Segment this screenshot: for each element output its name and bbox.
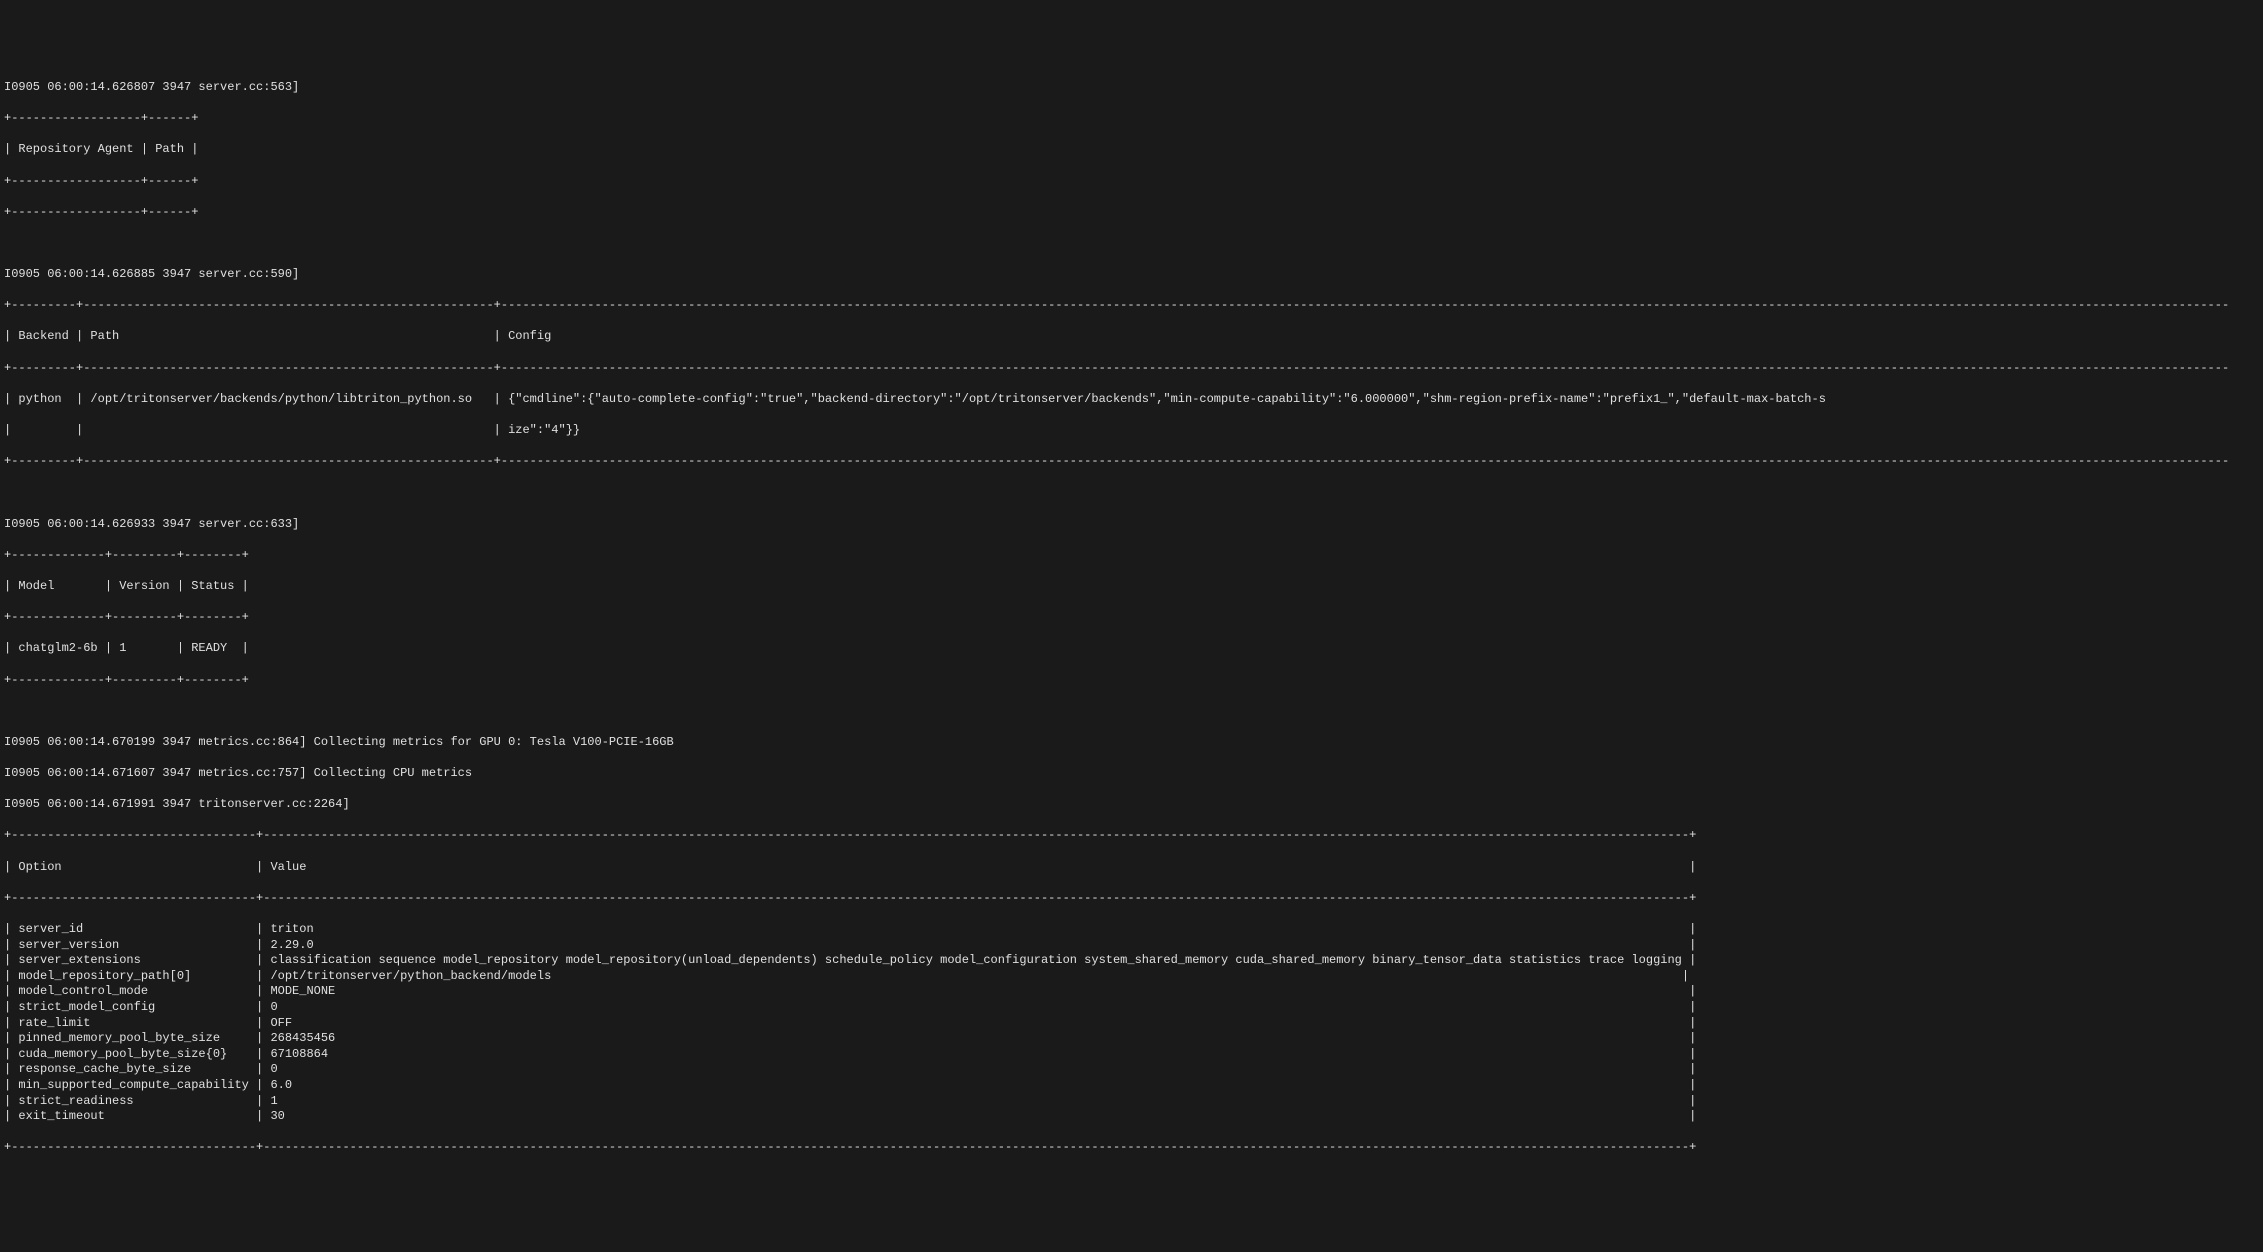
table-row: | | | ize":"4"}}	[4, 423, 2259, 439]
log-line: I0905 06:00:14.671607 3947 metrics.cc:75…	[4, 766, 2259, 782]
table-row: | exit_timeout | 30	[4, 1109, 2259, 1125]
table-row: | min_supported_compute_capability | 6.0	[4, 1078, 2259, 1094]
table-border: +---------+-----------------------------…	[4, 454, 2259, 470]
table-row: | strict_model_config | 0	[4, 1000, 2259, 1016]
table-row: | cuda_memory_pool_byte_size{0} | 671088…	[4, 1047, 2259, 1063]
table-row: | model_repository_path[0] | /opt/triton…	[4, 969, 2259, 985]
table-row: | strict_readiness | 1	[4, 1094, 2259, 1110]
blank-line	[4, 704, 2259, 720]
table-border: +---------+-----------------------------…	[4, 298, 2259, 314]
table-row: | response_cache_byte_size | 0	[4, 1062, 2259, 1078]
table-row: | model_control_mode | MODE_NONE	[4, 984, 2259, 1000]
table-row: | python | /opt/tritonserver/backends/py…	[4, 392, 2259, 408]
log-header: I0905 06:00:14.626807 3947 server.cc:563…	[4, 80, 2259, 96]
table-border: +-------------+---------+--------+	[4, 673, 2259, 689]
table-header: | Option | Value	[4, 860, 2259, 876]
options-rows: | server_id | triton	[4, 922, 2259, 1125]
table-border: +-------------+---------+--------+	[4, 548, 2259, 564]
log-header: I0905 06:00:14.626885 3947 server.cc:590…	[4, 267, 2259, 283]
table-row: | server_extensions | classification seq…	[4, 953, 2259, 969]
table-row: | server_id | triton	[4, 922, 2259, 938]
table-header: | Repository Agent | Path |	[4, 142, 2259, 158]
table-border: +------------------+------+	[4, 174, 2259, 190]
table-border: +---------+-----------------------------…	[4, 361, 2259, 377]
table-row: | pinned_memory_pool_byte_size | 2684354…	[4, 1031, 2259, 1047]
table-border: +----------------------------------+----…	[4, 1140, 2259, 1156]
table-header: | Backend | Path | Config	[4, 329, 2259, 345]
table-row: | chatglm2-6b | 1 | READY |	[4, 641, 2259, 657]
blank-line	[4, 485, 2259, 501]
log-header: I0905 06:00:14.626933 3947 server.cc:633…	[4, 517, 2259, 533]
table-header: | Model | Version | Status |	[4, 579, 2259, 595]
table-border: +------------------+------+	[4, 205, 2259, 221]
blank-line	[4, 236, 2259, 252]
table-border: +------------------+------+	[4, 111, 2259, 127]
table-border: +-------------+---------+--------+	[4, 610, 2259, 626]
table-border: +----------------------------------+----…	[4, 891, 2259, 907]
table-row: | server_version | 2.29.0	[4, 938, 2259, 954]
table-border: +----------------------------------+----…	[4, 828, 2259, 844]
log-line: I0905 06:00:14.671991 3947 tritonserver.…	[4, 797, 2259, 813]
table-row: | rate_limit | OFF	[4, 1016, 2259, 1032]
terminal-output: I0905 06:00:14.626807 3947 server.cc:563…	[4, 64, 2259, 1171]
log-line: I0905 06:00:14.670199 3947 metrics.cc:86…	[4, 735, 2259, 751]
